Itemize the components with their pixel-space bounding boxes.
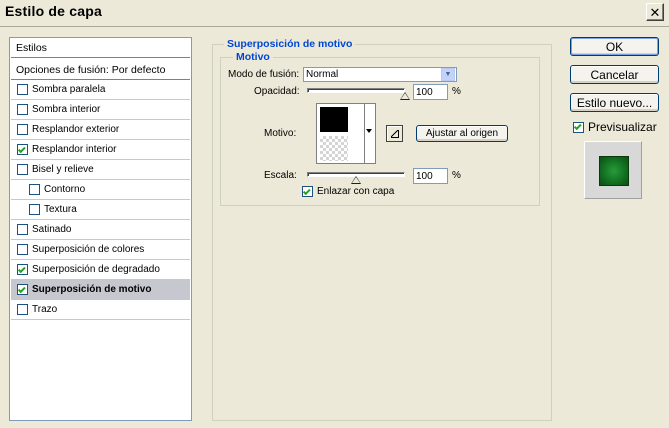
- blend-mode-select[interactable]: Normal ▼: [303, 67, 457, 82]
- new-style-label: Estilo nuevo...: [576, 95, 653, 110]
- style-item-label: Sombra paralela: [32, 84, 106, 95]
- style-checkbox-checked[interactable]: [17, 264, 28, 275]
- style-checkbox[interactable]: [17, 304, 28, 315]
- style-item-label: Sombra interior: [32, 104, 101, 115]
- new-style-button[interactable]: Estilo nuevo...: [570, 93, 659, 112]
- style-item-label: Superposición de colores: [32, 244, 145, 255]
- opacity-slider[interactable]: [307, 88, 405, 93]
- opacity-value: 100: [416, 86, 433, 98]
- pattern-divider: [364, 104, 365, 163]
- pattern-subgroup-title: Motivo: [233, 51, 273, 63]
- preview-label: Previsualizar: [588, 120, 657, 134]
- style-item-superposicion-colores[interactable]: Superposición de colores: [11, 240, 190, 260]
- close-icon: ✕: [649, 4, 661, 20]
- pattern-swatch: [320, 107, 348, 132]
- blend-options-item[interactable]: Opciones de fusión: Por defecto: [11, 60, 190, 80]
- check-icon: [17, 264, 26, 273]
- opacity-unit: %: [452, 86, 461, 97]
- style-item-label: Satinado: [32, 224, 72, 235]
- pattern-transparent-preview: [320, 136, 348, 161]
- style-item-superposicion-motivo[interactable]: Superposición de motivo: [11, 280, 190, 300]
- style-item-textura[interactable]: Textura: [11, 200, 190, 220]
- style-checkbox[interactable]: [17, 124, 28, 135]
- ok-button[interactable]: OK: [570, 37, 659, 56]
- style-item-label: Resplandor interior: [32, 144, 117, 155]
- check-icon: [302, 186, 311, 195]
- window-title: Estilo de capa: [5, 3, 102, 19]
- style-item-bisel-relieve[interactable]: Bisel y relieve: [11, 160, 190, 180]
- opacity-slider-thumb[interactable]: [400, 92, 410, 100]
- styles-header[interactable]: Estilos: [11, 38, 190, 58]
- scale-label: Escala:: [264, 170, 297, 181]
- snap-to-origin-label: Ajustar al origen: [425, 128, 499, 139]
- style-item-label: Resplandor exterior: [32, 124, 120, 135]
- pattern-dropdown-icon[interactable]: [366, 129, 372, 133]
- new-preset-button[interactable]: [386, 125, 403, 142]
- styles-header-label: Estilos: [16, 41, 47, 54]
- style-item-label: Bisel y relieve: [32, 164, 94, 175]
- scale-input[interactable]: 100: [413, 168, 448, 184]
- style-item-resplandor-exterior[interactable]: Resplandor exterior: [11, 120, 190, 140]
- ok-label: OK: [605, 39, 624, 54]
- link-with-layer-checkbox[interactable]: [302, 186, 313, 197]
- check-icon: [17, 284, 26, 293]
- check-icon: [573, 122, 582, 131]
- blend-options-label: Opciones de fusión: Por defecto: [16, 63, 166, 76]
- style-item-contorno[interactable]: Contorno: [11, 180, 190, 200]
- title-bar: Estilo de capa ✕: [0, 0, 669, 25]
- style-item-label: Superposición de motivo: [32, 284, 152, 295]
- style-checkbox[interactable]: [17, 224, 28, 235]
- chevron-down-icon[interactable]: ▼: [441, 68, 455, 81]
- style-item-satinado[interactable]: Satinado: [11, 220, 190, 240]
- style-checkbox[interactable]: [29, 184, 40, 195]
- preview-toggle[interactable]: Previsualizar: [573, 120, 657, 134]
- link-with-layer-label: Enlazar con capa: [317, 186, 395, 197]
- opacity-label: Opacidad:: [254, 86, 300, 97]
- pattern-overlay-title: Superposición de motivo: [224, 38, 356, 50]
- new-preset-icon: [390, 129, 399, 138]
- style-item-label: Textura: [44, 204, 77, 215]
- styles-list: Estilos Opciones de fusión: Por defecto …: [9, 37, 192, 421]
- style-item-resplandor-interior[interactable]: Resplandor interior: [11, 140, 190, 160]
- style-item-superposicion-degradado[interactable]: Superposición de degradado: [11, 260, 190, 280]
- pattern-picker[interactable]: [316, 103, 376, 164]
- cancel-label: Cancelar: [590, 67, 639, 82]
- snap-to-origin-button[interactable]: Ajustar al origen: [416, 125, 508, 142]
- style-preview: [584, 141, 642, 199]
- scale-unit: %: [452, 170, 461, 181]
- style-preview-swatch: [599, 156, 629, 186]
- pattern-label: Motivo:: [264, 128, 297, 139]
- style-item-label: Trazo: [32, 304, 58, 315]
- style-item-label: Superposición de degradado: [32, 264, 160, 275]
- blend-mode-label: Modo de fusión:: [228, 69, 300, 80]
- style-item-sombra-interior[interactable]: Sombra interior: [11, 100, 190, 120]
- title-divider: [0, 26, 669, 27]
- link-with-layer[interactable]: Enlazar con capa: [302, 186, 394, 197]
- style-checkbox[interactable]: [17, 164, 28, 175]
- scale-value: 100: [416, 170, 433, 182]
- cancel-button[interactable]: Cancelar: [570, 65, 659, 84]
- opacity-input[interactable]: 100: [413, 84, 448, 100]
- check-icon: [17, 144, 26, 153]
- style-checkbox-checked[interactable]: [17, 144, 28, 155]
- style-item-trazo[interactable]: Trazo: [11, 300, 190, 320]
- style-item-sombra-paralela[interactable]: Sombra paralela: [11, 80, 190, 100]
- style-checkbox[interactable]: [17, 104, 28, 115]
- preview-checkbox[interactable]: [573, 121, 584, 133]
- style-checkbox[interactable]: [17, 84, 28, 95]
- blend-mode-value: Normal: [306, 69, 339, 80]
- close-button[interactable]: ✕: [646, 3, 664, 21]
- style-checkbox[interactable]: [29, 204, 40, 215]
- style-checkbox[interactable]: [17, 244, 28, 255]
- style-checkbox-checked[interactable]: [17, 284, 28, 295]
- scale-slider-thumb[interactable]: [351, 176, 361, 184]
- style-item-label: Contorno: [44, 184, 86, 195]
